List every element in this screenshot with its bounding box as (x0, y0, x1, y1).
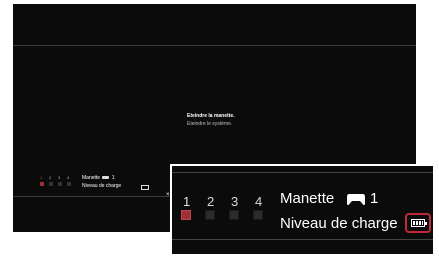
port-indicator-1 (181, 210, 191, 220)
port-indicator-3 (229, 210, 239, 220)
port-indicator-4 (253, 210, 263, 220)
battery-full-icon (411, 219, 427, 227)
port-number-3: 3 (231, 194, 239, 209)
controller-label: Manette (280, 190, 335, 207)
mini-port-indicator-4 (67, 182, 71, 186)
mini-controller-text: Manette (82, 175, 101, 181)
mini-battery-icon (141, 185, 149, 190)
zoom-top-divider (172, 172, 433, 173)
zoom-bottom-divider (172, 239, 433, 240)
mini-charge-label: Niveau de charge (82, 183, 122, 189)
mini-controller-status: 1 2 3 4 Manette 1 Niveau de charge (40, 172, 160, 196)
power-menu: Eteindre la manette. Eteindre le système… (187, 112, 235, 128)
mini-gamepad-icon (102, 176, 110, 179)
port-number-2: 2 (207, 194, 215, 209)
port-number-1: 1 (183, 194, 191, 209)
controller-number: 1 (370, 190, 379, 207)
mini-port-indicator-2 (49, 182, 53, 186)
top-divider (13, 45, 416, 46)
mini-controller-number: 1 (111, 175, 115, 181)
zoomed-status-panel: 1 2 3 4 Manette 1 Niveau de charge (170, 164, 435, 256)
mini-port-indicator-3 (58, 182, 62, 186)
mini-port-4: 4 (67, 175, 70, 180)
port-indicator-2 (205, 210, 215, 220)
menu-item-turn-off-system[interactable]: Eteindre le système. (187, 120, 235, 128)
charge-level-label: Niveau de charge (280, 215, 398, 232)
port-number-4: 4 (255, 194, 263, 209)
mini-controller-label: Manette 1 (82, 175, 115, 181)
gamepad-icon (347, 194, 365, 205)
mini-port-2: 2 (49, 175, 52, 180)
menu-item-turn-off-controller[interactable]: Eteindre la manette. (187, 112, 235, 120)
close-icon: × (166, 192, 170, 198)
mini-port-numbers: 1 2 3 4 (40, 175, 76, 180)
mini-port-indicator-1 (40, 182, 44, 186)
mini-port-3: 3 (58, 175, 61, 180)
mini-port-1: 1 (40, 175, 43, 180)
battery-highlight (405, 213, 431, 233)
